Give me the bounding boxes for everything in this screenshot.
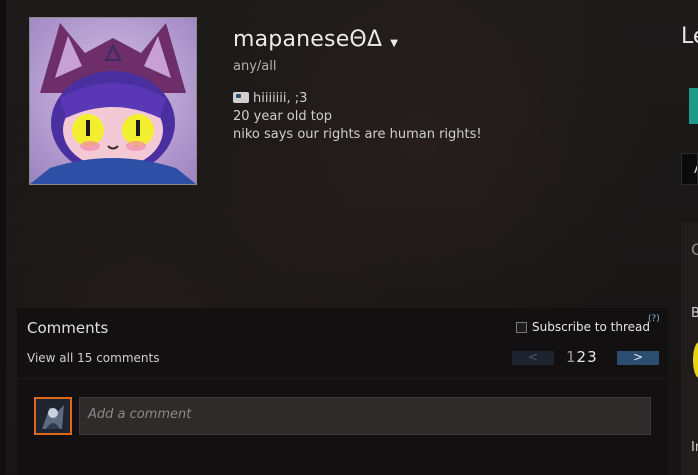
profile-header: mapaneseΘΔ ▼ any/all hiiiiiii, ;3 20 yea… [233,24,653,144]
profile-summary: hiiiiiii, ;3 20 year old top niko says o… [233,90,653,144]
edit-profile-button[interactable] [689,88,698,124]
prev-page-button[interactable]: < [512,351,554,365]
user-avatar-image [36,399,70,433]
chevron-down-icon[interactable]: ▼ [390,38,398,49]
badge-icon[interactable] [693,342,698,378]
comments-header: Comments View all 15 comments Subscribe … [17,308,668,378]
page-link-3[interactable]: 3 [587,348,598,366]
user-avatar[interactable] [34,397,72,435]
subscribe-checkbox[interactable] [516,321,527,333]
persona-name[interactable]: mapaneseΘΔ [233,27,382,52]
divider [17,378,668,379]
profile-tagline: any/all [233,59,277,74]
bio-line: hiiiiiii, ;3 [233,90,653,108]
level-heading: Le [681,24,698,49]
panel-subheading: B [691,306,698,321]
comment-input[interactable]: Add a comment [79,397,651,435]
view-all-comments-link[interactable]: View all 15 comments [27,351,159,365]
next-page-button[interactable]: > [617,351,659,365]
world-map-icon [233,92,249,103]
subscribe-toggle[interactable]: Subscribe to thread [516,320,650,334]
help-link[interactable]: (?) [648,314,660,324]
left-edge [0,0,6,475]
page-link-2[interactable]: 2 [577,348,588,366]
page-link-1[interactable]: 1 [566,348,577,366]
subscribe-label[interactable]: Subscribe to thread [532,320,650,334]
right-column: Le A C B In [681,0,698,475]
page-numbers: 123 [566,348,598,366]
profile-avatar[interactable] [29,17,197,185]
comments-title: Comments [27,319,109,337]
bio-line: 20 year old top [233,109,333,124]
bio-text: hiiiiiii, ;3 [253,91,308,106]
comments-section: Comments View all 15 comments Subscribe … [17,308,668,475]
panel-heading: C [691,240,698,259]
avatar-illustration [30,18,196,184]
bio-line: niko says our rights are human rights! [233,127,482,142]
panel-item-label: In [691,440,698,455]
profile-dropdown[interactable]: A [681,153,698,185]
